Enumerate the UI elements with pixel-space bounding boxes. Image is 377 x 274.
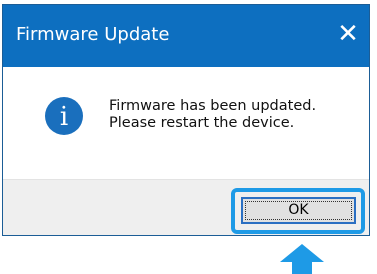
close-icon: ✕ xyxy=(337,19,359,49)
title-bar: Firmware Update ✕ xyxy=(3,5,369,67)
dialog-title: Firmware Update xyxy=(16,24,170,45)
ok-button-label: OK xyxy=(245,201,352,220)
info-icon-letter: i xyxy=(60,102,68,132)
message-line-1: Firmware has been updated. xyxy=(109,98,317,114)
ok-button[interactable]: OK xyxy=(241,197,356,224)
screenshot-canvas: Firmware Update ✕ i Firmware has been up… xyxy=(0,0,377,274)
info-icon: i xyxy=(45,97,83,135)
message-text: Firmware has been updated. Please restar… xyxy=(109,98,316,132)
close-button[interactable]: ✕ xyxy=(333,19,363,49)
dialog-content: i Firmware has been updated. Please rest… xyxy=(3,67,369,179)
message-line-2: Please restart the device. xyxy=(109,115,295,131)
up-arrow-icon xyxy=(280,244,324,274)
